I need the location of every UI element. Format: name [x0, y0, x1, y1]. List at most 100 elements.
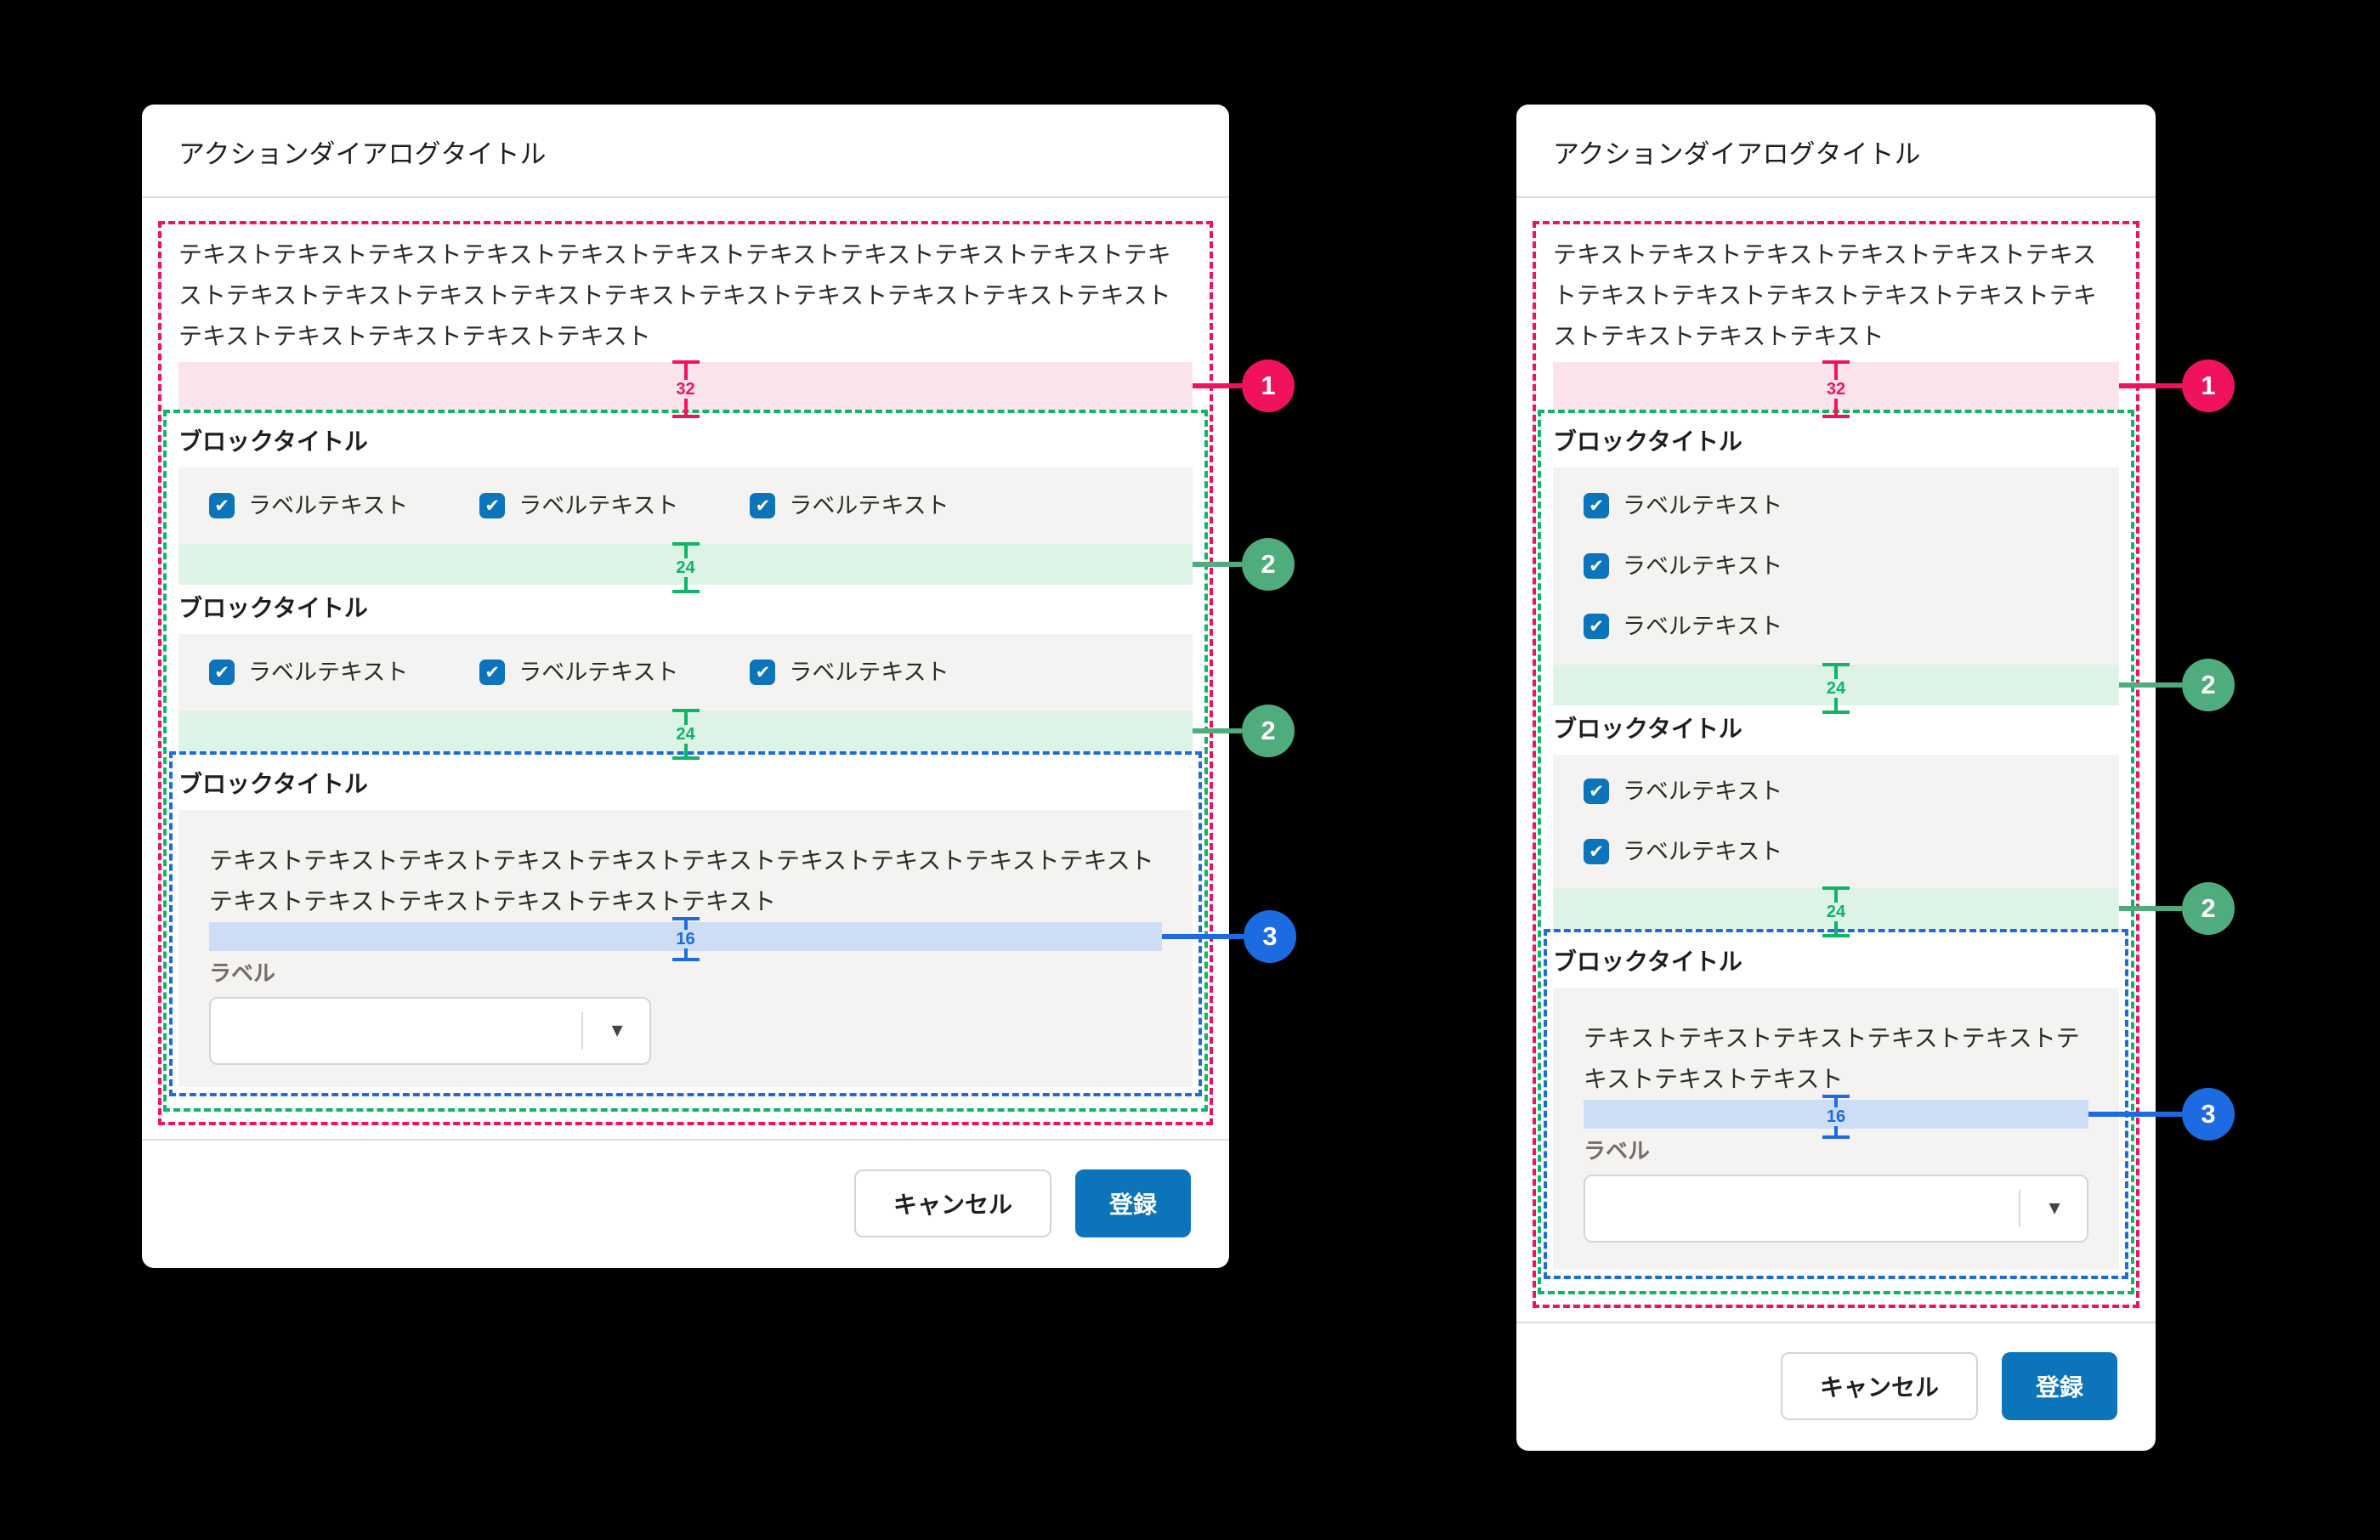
dialog-title: アクションダイアログタイトル: [1553, 133, 2119, 171]
annotation-badge-2: 2: [1242, 705, 1295, 757]
checkbox-checked[interactable]: ✔: [1584, 614, 1609, 639]
checkbox-checked[interactable]: ✔: [209, 660, 235, 685]
annotation-callout-1: 1: [2119, 360, 2235, 412]
form-section: テキストテキストテキストテキストテキストテキストテキストテキスト 16 3: [1553, 988, 2119, 1270]
checkbox-label: ラベルテキスト: [789, 660, 949, 685]
spacing-bar-32: 32 1: [1553, 362, 2119, 410]
checkbox-item[interactable]: ✔ ラベルテキスト: [750, 660, 949, 685]
spacing-ruler-24: 24: [1822, 663, 1850, 714]
checkbox-group: ✔ ラベルテキスト ✔ ラベルテキスト ✔ ラベルテキスト: [178, 467, 1193, 544]
check-icon: ✔: [1589, 843, 1604, 861]
checkbox-checked[interactable]: ✔: [750, 660, 775, 685]
spacing-bar-24: 24 2: [178, 711, 1193, 751]
select-input[interactable]: ▼: [1584, 1175, 2088, 1243]
spacing-value: 32: [1827, 380, 1845, 399]
inner-spacing-annotation-frame: ブロックタイトル テキストテキストテキストテキストテキストテキストテキストテキス…: [169, 751, 1202, 1096]
checkbox-label: ラベルテキスト: [248, 660, 408, 685]
spacing-value: 16: [676, 930, 694, 948]
cancel-button[interactable]: キャンセル: [854, 1169, 1051, 1237]
check-icon: ✔: [214, 497, 230, 515]
annotation-badge-3: 3: [1244, 910, 1296, 963]
submit-button[interactable]: 登録: [1075, 1169, 1191, 1237]
annotation-badge-1: 1: [1242, 360, 1295, 412]
checkbox-item[interactable]: ✔ ラベルテキスト: [479, 660, 678, 685]
annotation-callout-2: 2: [2119, 882, 2235, 935]
checkbox-item[interactable]: ✔ ラベルテキスト: [209, 493, 408, 518]
spacing-value: 24: [1827, 903, 1845, 921]
block-title: ブロックタイトル: [178, 590, 1193, 627]
checkbox-checked[interactable]: ✔: [479, 660, 505, 685]
block-title: ブロックタイトル: [178, 766, 1193, 803]
checkbox-label: ラベルテキスト: [518, 493, 678, 518]
checkbox-group: ✔ ラベルテキスト ✔ ラベルテキスト ✔ ラベルテキスト: [1553, 467, 2119, 665]
checkbox-checked[interactable]: ✔: [1584, 493, 1609, 518]
checkbox-label: ラベルテキスト: [1623, 614, 1782, 639]
dialog-header: アクションダイアログタイトル: [1516, 105, 2156, 198]
spacing-bar-16: 16 3: [209, 922, 1162, 951]
select-input[interactable]: ▼: [209, 997, 651, 1065]
action-dialog-mobile: アクションダイアログタイトル テキストテキストテキストテキストテキストテキストテ…: [1516, 105, 2156, 1451]
checkbox-checked[interactable]: ✔: [750, 493, 775, 518]
checkbox-group: ✔ ラベルテキスト ✔ ラベルテキスト: [1553, 755, 2119, 888]
spacing-ruler-16: 16: [1822, 1095, 1850, 1139]
spacing-bar-32: 32 1: [178, 362, 1193, 410]
section-text: テキストテキストテキストテキストテキストテキストテキストテキスト: [1584, 1018, 2088, 1100]
annotation-callout-3: 3: [1162, 910, 1296, 963]
spacing-value: 16: [1827, 1107, 1845, 1126]
spacing-value: 24: [1827, 679, 1845, 698]
check-icon: ✔: [1589, 558, 1604, 575]
checkbox-checked[interactable]: ✔: [479, 493, 505, 518]
checkbox-item[interactable]: ✔ ラベルテキスト: [1584, 493, 2088, 518]
dialog-header: アクションダイアログタイトル: [142, 105, 1229, 198]
check-icon: ✔: [484, 497, 500, 515]
check-icon: ✔: [484, 664, 500, 682]
annotation-badge-1: 1: [2182, 360, 2235, 412]
inner-spacing-annotation-frame: ブロックタイトル テキストテキストテキストテキストテキストテキストテキストテキス…: [1544, 929, 2128, 1279]
dialog-body: テキストテキストテキストテキストテキストテキストテキストテキストテキストテキスト…: [1516, 198, 2156, 1322]
spacing-ruler-24: 24: [1822, 886, 1850, 937]
dropdown-arrow-icon: ▼: [2045, 1199, 2064, 1218]
spacing-bar-24: 24 2: [1553, 665, 2119, 705]
checkbox-checked[interactable]: ✔: [1584, 553, 1609, 579]
spacing-value: 24: [676, 725, 694, 744]
select-field-label: ラベル: [209, 960, 1162, 987]
dialog-description-text: テキストテキストテキストテキストテキストテキストテキストテキストテキストテキスト…: [178, 235, 1193, 357]
checkbox-label: ラベルテキスト: [789, 493, 949, 518]
annotation-callout-2: 2: [1193, 538, 1295, 591]
select-field-label: ラベル: [1584, 1137, 2088, 1164]
checkbox-checked[interactable]: ✔: [1584, 839, 1609, 864]
action-dialog-desktop: アクションダイアログタイトル テキストテキストテキストテキストテキストテキストテ…: [142, 105, 1229, 1268]
checkbox-label: ラベルテキスト: [1623, 778, 1782, 804]
block-title: ブロックタイトル: [1553, 711, 2119, 748]
checkbox-item[interactable]: ✔ ラベルテキスト: [479, 493, 678, 518]
checkbox-item[interactable]: ✔ ラベルテキスト: [1584, 839, 2088, 864]
check-icon: ✔: [1589, 497, 1604, 515]
form-section: テキストテキストテキストテキストテキストテキストテキストテキストテキストテキスト…: [178, 810, 1193, 1087]
spacing-bar-24: 24 2: [1553, 888, 2119, 929]
checkbox-item[interactable]: ✔ ラベルテキスト: [1584, 614, 2088, 639]
annotation-badge-2: 2: [2182, 659, 2235, 711]
outer-spacing-annotation-frame: テキストテキストテキストテキストテキストテキストテキストテキストテキストテキスト…: [1533, 221, 2139, 1308]
submit-button[interactable]: 登録: [2002, 1352, 2117, 1420]
spacing-ruler-24: 24: [672, 542, 700, 593]
checkbox-item[interactable]: ✔ ラベルテキスト: [1584, 553, 2088, 579]
checkbox-label: ラベルテキスト: [1623, 553, 1782, 579]
checkbox-label: ラベルテキスト: [518, 660, 678, 685]
spacing-ruler-24: 24: [672, 709, 700, 760]
checkbox-item[interactable]: ✔ ラベルテキスト: [209, 660, 408, 685]
annotation-callout-2: 2: [2119, 659, 2235, 711]
spacing-ruler-32: 32: [1822, 360, 1850, 418]
dialog-description-text: テキストテキストテキストテキストテキストテキストテキストテキストテキストテキスト…: [1553, 235, 2119, 357]
section-text: テキストテキストテキストテキストテキストテキストテキストテキストテキストテキスト…: [209, 841, 1162, 922]
checkbox-item[interactable]: ✔ ラベルテキスト: [750, 493, 949, 518]
dialog-footer: キャンセル 登録: [1516, 1322, 2156, 1451]
checkbox-item[interactable]: ✔ ラベルテキスト: [1584, 778, 2088, 804]
check-icon: ✔: [1589, 618, 1604, 636]
cancel-button[interactable]: キャンセル: [1781, 1352, 1978, 1420]
spacing-value: 32: [676, 380, 694, 399]
checkbox-checked[interactable]: ✔: [209, 493, 235, 518]
dialog-body: テキストテキストテキストテキストテキストテキストテキストテキストテキストテキスト…: [142, 198, 1229, 1139]
dropdown-arrow-icon: ▼: [608, 1022, 626, 1040]
annotation-callout-3: 3: [2088, 1088, 2235, 1141]
checkbox-checked[interactable]: ✔: [1584, 778, 1609, 804]
